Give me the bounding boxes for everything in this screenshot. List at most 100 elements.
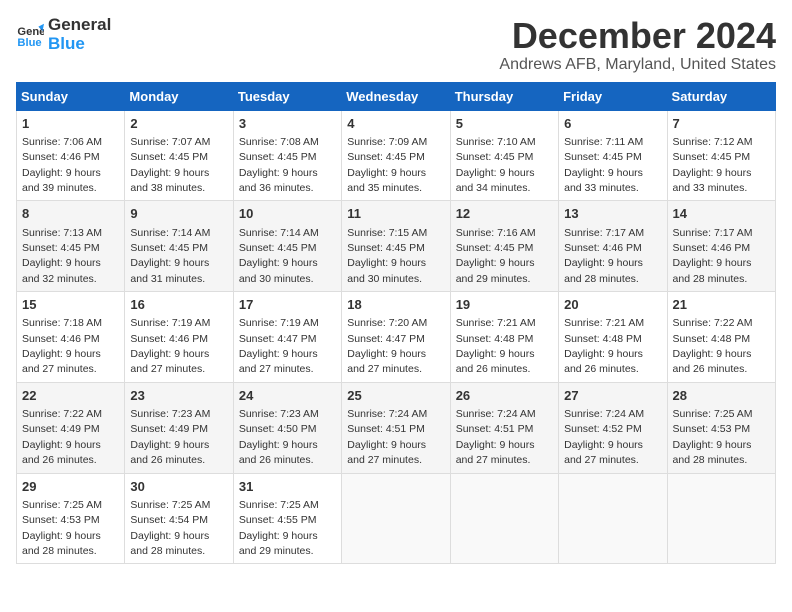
calendar-cell: 18 Sunrise: 7:20 AMSunset: 4:47 PMDayligh… [342, 292, 450, 383]
day-info: Sunrise: 7:25 AMSunset: 4:53 PMDaylight:… [22, 499, 102, 557]
day-info: Sunrise: 7:14 AMSunset: 4:45 PMDaylight:… [239, 227, 319, 285]
day-number: 7 [673, 115, 770, 133]
day-number: 29 [22, 478, 119, 496]
logo-line2: Blue [48, 35, 111, 54]
weekday-header-thursday: Thursday [450, 82, 558, 110]
day-number: 3 [239, 115, 336, 133]
calendar-cell: 27 Sunrise: 7:24 AMSunset: 4:52 PMDayligh… [559, 382, 667, 473]
month-title: December 2024 [499, 16, 776, 56]
day-info: Sunrise: 7:24 AMSunset: 4:51 PMDaylight:… [347, 408, 427, 466]
day-info: Sunrise: 7:18 AMSunset: 4:46 PMDaylight:… [22, 317, 102, 375]
calendar-table: SundayMondayTuesdayWednesdayThursdayFrid… [16, 82, 776, 565]
calendar-cell: 16 Sunrise: 7:19 AMSunset: 4:46 PMDayligh… [125, 292, 233, 383]
day-number: 22 [22, 387, 119, 405]
day-info: Sunrise: 7:10 AMSunset: 4:45 PMDaylight:… [456, 136, 536, 194]
day-number: 1 [22, 115, 119, 133]
calendar-cell: 28 Sunrise: 7:25 AMSunset: 4:53 PMDayligh… [667, 382, 775, 473]
day-number: 21 [673, 296, 770, 314]
day-info: Sunrise: 7:16 AMSunset: 4:45 PMDaylight:… [456, 227, 536, 285]
day-number: 27 [564, 387, 661, 405]
day-info: Sunrise: 7:06 AMSunset: 4:46 PMDaylight:… [22, 136, 102, 194]
calendar-cell: 11Sunrise: 7:15 AMSunset: 4:45 PMDayligh… [342, 201, 450, 292]
day-info: Sunrise: 7:09 AMSunset: 4:45 PMDaylight:… [347, 136, 427, 194]
calendar-cell [667, 473, 775, 564]
day-number: 26 [456, 387, 553, 405]
location-title: Andrews AFB, Maryland, United States [499, 56, 776, 74]
calendar-cell: 30 Sunrise: 7:25 AMSunset: 4:54 PMDayligh… [125, 473, 233, 564]
calendar-cell: 14Sunrise: 7:17 AMSunset: 4:46 PMDayligh… [667, 201, 775, 292]
day-number: 24 [239, 387, 336, 405]
title-area: December 2024 Andrews AFB, Maryland, Uni… [499, 16, 776, 74]
day-info: Sunrise: 7:25 AMSunset: 4:54 PMDaylight:… [130, 499, 210, 557]
day-number: 12 [456, 205, 553, 223]
calendar-cell [559, 473, 667, 564]
day-number: 6 [564, 115, 661, 133]
day-info: Sunrise: 7:21 AMSunset: 4:48 PMDaylight:… [456, 317, 536, 375]
day-info: Sunrise: 7:11 AMSunset: 4:45 PMDaylight:… [564, 136, 643, 194]
day-number: 23 [130, 387, 227, 405]
day-info: Sunrise: 7:22 AMSunset: 4:48 PMDaylight:… [673, 317, 753, 375]
calendar-cell: 5 Sunrise: 7:10 AMSunset: 4:45 PMDaylight… [450, 110, 558, 201]
weekday-header-sunday: Sunday [17, 82, 125, 110]
calendar-cell: 19Sunrise: 7:21 AMSunset: 4:48 PMDayligh… [450, 292, 558, 383]
day-info: Sunrise: 7:24 AMSunset: 4:52 PMDaylight:… [564, 408, 644, 466]
day-info: Sunrise: 7:08 AMSunset: 4:45 PMDaylight:… [239, 136, 319, 194]
calendar-cell: 7 Sunrise: 7:12 AMSunset: 4:45 PMDaylight… [667, 110, 775, 201]
calendar-cell: 21 Sunrise: 7:22 AMSunset: 4:48 PMDayligh… [667, 292, 775, 383]
day-number: 16 [130, 296, 227, 314]
calendar-cell: 2 Sunrise: 7:07 AMSunset: 4:45 PMDaylight… [125, 110, 233, 201]
calendar-cell [342, 473, 450, 564]
day-info: Sunrise: 7:19 AMSunset: 4:47 PMDaylight:… [239, 317, 319, 375]
calendar-cell: 9 Sunrise: 7:14 AMSunset: 4:45 PMDaylight… [125, 201, 233, 292]
calendar-cell: 22 Sunrise: 7:22 AMSunset: 4:49 PMDayligh… [17, 382, 125, 473]
day-info: Sunrise: 7:23 AMSunset: 4:49 PMDaylight:… [130, 408, 210, 466]
day-number: 15 [22, 296, 119, 314]
calendar-cell: 17 Sunrise: 7:19 AMSunset: 4:47 PMDayligh… [233, 292, 341, 383]
logo: General Blue General Blue [16, 16, 111, 53]
day-info: Sunrise: 7:12 AMSunset: 4:45 PMDaylight:… [673, 136, 753, 194]
weekday-header-saturday: Saturday [667, 82, 775, 110]
day-number: 8 [22, 205, 119, 223]
day-info: Sunrise: 7:22 AMSunset: 4:49 PMDaylight:… [22, 408, 102, 466]
weekday-header-monday: Monday [125, 82, 233, 110]
logo-line1: General [48, 16, 111, 35]
day-info: Sunrise: 7:14 AMSunset: 4:45 PMDaylight:… [130, 227, 210, 285]
calendar-cell: 4Sunrise: 7:09 AMSunset: 4:45 PMDaylight… [342, 110, 450, 201]
day-number: 28 [673, 387, 770, 405]
day-info: Sunrise: 7:19 AMSunset: 4:46 PMDaylight:… [130, 317, 210, 375]
day-number: 31 [239, 478, 336, 496]
day-info: Sunrise: 7:17 AMSunset: 4:46 PMDaylight:… [564, 227, 644, 285]
day-number: 2 [130, 115, 227, 133]
calendar-cell: 20Sunrise: 7:21 AMSunset: 4:48 PMDayligh… [559, 292, 667, 383]
calendar-cell: 6 Sunrise: 7:11 AMSunset: 4:45 PMDaylight… [559, 110, 667, 201]
svg-text:Blue: Blue [17, 37, 41, 49]
page-header: General Blue General Blue December 2024 … [16, 16, 776, 74]
calendar-cell: 26 Sunrise: 7:24 AMSunset: 4:51 PMDayligh… [450, 382, 558, 473]
day-number: 20 [564, 296, 661, 314]
calendar-cell: 13Sunrise: 7:17 AMSunset: 4:46 PMDayligh… [559, 201, 667, 292]
day-number: 17 [239, 296, 336, 314]
calendar-cell: 10Sunrise: 7:14 AMSunset: 4:45 PMDayligh… [233, 201, 341, 292]
calendar-cell: 15 Sunrise: 7:18 AMSunset: 4:46 PMDayligh… [17, 292, 125, 383]
day-number: 9 [130, 205, 227, 223]
weekday-header-tuesday: Tuesday [233, 82, 341, 110]
day-number: 11 [347, 205, 444, 223]
weekday-header-wednesday: Wednesday [342, 82, 450, 110]
calendar-cell: 3 Sunrise: 7:08 AMSunset: 4:45 PMDaylight… [233, 110, 341, 201]
calendar-cell [450, 473, 558, 564]
day-info: Sunrise: 7:07 AMSunset: 4:45 PMDaylight:… [130, 136, 210, 194]
day-info: Sunrise: 7:24 AMSunset: 4:51 PMDaylight:… [456, 408, 536, 466]
calendar-cell: 25 Sunrise: 7:24 AMSunset: 4:51 PMDayligh… [342, 382, 450, 473]
day-number: 30 [130, 478, 227, 496]
calendar-cell: 29 Sunrise: 7:25 AMSunset: 4:53 PMDayligh… [17, 473, 125, 564]
calendar-cell: 12 Sunrise: 7:16 AMSunset: 4:45 PMDayligh… [450, 201, 558, 292]
day-info: Sunrise: 7:17 AMSunset: 4:46 PMDaylight:… [673, 227, 753, 285]
day-number: 5 [456, 115, 553, 133]
day-info: Sunrise: 7:20 AMSunset: 4:47 PMDaylight:… [347, 317, 427, 375]
calendar-cell: 23 Sunrise: 7:23 AMSunset: 4:49 PMDayligh… [125, 382, 233, 473]
day-info: Sunrise: 7:23 AMSunset: 4:50 PMDaylight:… [239, 408, 319, 466]
calendar-cell: 1 Sunrise: 7:06 AMSunset: 4:46 PMDaylight… [17, 110, 125, 201]
day-number: 18 [347, 296, 444, 314]
day-number: 25 [347, 387, 444, 405]
day-info: Sunrise: 7:25 AMSunset: 4:53 PMDaylight:… [673, 408, 753, 466]
